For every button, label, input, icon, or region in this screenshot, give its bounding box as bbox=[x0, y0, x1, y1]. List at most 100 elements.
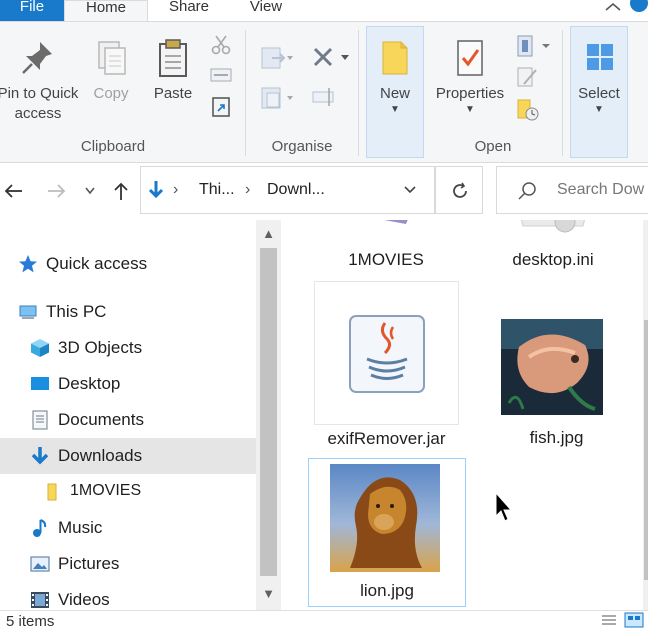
paste-button[interactable]: Paste bbox=[150, 38, 196, 104]
copy-icon bbox=[98, 41, 126, 75]
nav-label: Videos bbox=[58, 590, 110, 609]
nav-item-documents[interactable]: Documents bbox=[0, 402, 256, 438]
copy-to-icon[interactable] bbox=[258, 84, 294, 110]
star-icon bbox=[19, 255, 37, 273]
nav-item-quick-access[interactable]: Quick access bbox=[0, 246, 256, 282]
paste-shortcut-icon[interactable] bbox=[211, 96, 231, 118]
delete-icon[interactable] bbox=[311, 44, 351, 70]
breadcrumb-downloads[interactable]: Downl... bbox=[267, 181, 325, 199]
edit-icon[interactable] bbox=[516, 66, 538, 88]
ribbon-separator bbox=[562, 30, 563, 156]
refresh-button[interactable] bbox=[435, 166, 483, 214]
lion-thumbnail-image bbox=[330, 464, 440, 572]
file-item-desktop-ini[interactable]: desktop.ini bbox=[478, 220, 628, 274]
scroll-down-arrow-icon[interactable]: ▼ bbox=[256, 584, 281, 604]
file-item-lion-jpg[interactable]: lion.jpg bbox=[308, 458, 466, 607]
nav-item-pictures[interactable]: Pictures bbox=[0, 546, 256, 582]
file-name: exifRemover.jar bbox=[327, 429, 446, 448]
large-icons-view-icon[interactable] bbox=[624, 612, 644, 628]
documents-icon bbox=[32, 410, 48, 430]
back-icon[interactable] bbox=[2, 180, 24, 202]
file-name: fish.jpg bbox=[529, 428, 584, 447]
search-field[interactable]: Search Dow bbox=[496, 166, 648, 214]
properties-dropdown-arrow: ▼ bbox=[465, 104, 475, 115]
ribbon-separator bbox=[358, 30, 359, 156]
downloads-icon bbox=[31, 447, 49, 465]
nav-label: Pictures bbox=[58, 554, 120, 573]
nav-item-music[interactable]: Music bbox=[0, 510, 256, 546]
scrollbar-thumb[interactable] bbox=[260, 248, 277, 576]
nav-label: Desktop bbox=[58, 374, 121, 393]
rename-icon[interactable] bbox=[311, 84, 339, 110]
file-name: desktop.ini bbox=[512, 250, 594, 269]
nav-label: Music bbox=[58, 518, 103, 537]
breadcrumb-separator: › bbox=[245, 181, 251, 198]
music-icon bbox=[33, 519, 47, 537]
breadcrumb-separator: › bbox=[173, 181, 179, 198]
pc-icon bbox=[19, 305, 37, 319]
nav-pane-scrollbar[interactable]: ▲ ▼ bbox=[256, 220, 281, 610]
forward-icon[interactable] bbox=[46, 180, 68, 202]
pin-label-line1: Pin to Quick bbox=[0, 85, 79, 102]
settings-file-icon bbox=[520, 220, 586, 233]
recent-locations-icon[interactable] bbox=[84, 186, 96, 196]
fish-thumbnail-image bbox=[501, 319, 603, 415]
select-all-icon bbox=[587, 44, 613, 70]
address-bar[interactable]: › Thi... › Downl... bbox=[140, 166, 435, 214]
copy-button[interactable]: Copy bbox=[88, 38, 134, 104]
content-scrollbar[interactable] bbox=[643, 220, 648, 610]
help-icon[interactable] bbox=[630, 0, 648, 12]
new-dropdown-arrow: ▼ bbox=[390, 104, 400, 115]
address-dropdown-icon[interactable] bbox=[403, 185, 417, 195]
ribbon-separator bbox=[245, 30, 246, 156]
open-icon[interactable] bbox=[516, 34, 552, 58]
tab-home[interactable]: Home bbox=[64, 0, 148, 22]
status-bar: 5 items bbox=[0, 610, 648, 628]
collapse-ribbon-icon[interactable] bbox=[602, 0, 624, 14]
properties-button[interactable]: Properties ▼ bbox=[432, 38, 508, 116]
copy-label: Copy bbox=[93, 85, 129, 102]
mouse-cursor-icon bbox=[495, 492, 513, 522]
details-view-icon[interactable] bbox=[600, 613, 618, 627]
nav-label: 1MOVIES bbox=[70, 482, 142, 499]
tab-share[interactable]: Share bbox=[148, 0, 230, 22]
nav-label: Documents bbox=[58, 410, 144, 429]
file-name: 1MOVIES bbox=[348, 250, 424, 269]
select-dropdown-arrow: ▼ bbox=[594, 104, 604, 115]
new-folder-button[interactable]: New ▼ bbox=[366, 38, 424, 116]
properties-label: Properties bbox=[435, 85, 505, 102]
tab-view[interactable]: View bbox=[230, 0, 302, 22]
nav-item-downloads[interactable]: Downloads bbox=[0, 438, 256, 474]
new-label: New bbox=[379, 85, 410, 102]
file-item-exifremover-jar[interactable]: exifRemover.jar bbox=[314, 281, 459, 448]
breadcrumb-this-pc[interactable]: Thi... bbox=[199, 181, 235, 199]
scrollbar-thumb[interactable] bbox=[644, 320, 648, 580]
nav-item-this-pc[interactable]: This PC bbox=[0, 294, 256, 330]
pin-to-quick-access-button[interactable]: Pin to Quick access bbox=[0, 38, 80, 124]
tab-file[interactable]: File bbox=[0, 0, 64, 22]
file-item-fish-jpg[interactable]: fish.jpg bbox=[484, 281, 629, 447]
item-count: 5 items bbox=[6, 613, 55, 628]
file-list-view: 1MOVIES desktop.ini exifRemover.jar fish… bbox=[281, 220, 643, 615]
file-item-1movies[interactable]: 1MOVIES bbox=[311, 220, 461, 274]
move-to-icon[interactable] bbox=[258, 44, 294, 70]
ribbon-tab-strip: File Home Share View bbox=[0, 0, 648, 22]
file-name: lion.jpg bbox=[360, 581, 414, 600]
nav-item-desktop[interactable]: Desktop bbox=[0, 366, 256, 402]
cut-icon[interactable] bbox=[210, 34, 232, 56]
paste-label: Paste bbox=[153, 85, 193, 102]
refresh-icon bbox=[453, 182, 467, 198]
folder-icon bbox=[47, 483, 57, 501]
nav-label: Quick access bbox=[46, 254, 148, 273]
scroll-up-arrow-icon[interactable]: ▲ bbox=[256, 224, 281, 244]
pin-label-line2: access bbox=[14, 105, 62, 122]
nav-item-3d-objects[interactable]: 3D Objects bbox=[0, 330, 256, 366]
copy-path-icon[interactable] bbox=[210, 66, 232, 84]
search-placeholder: Search Dow bbox=[557, 181, 645, 198]
new-folder-icon bbox=[382, 41, 408, 75]
nav-label: This PC bbox=[46, 302, 107, 321]
nav-item-1movies[interactable]: 1MOVIES bbox=[0, 474, 256, 510]
select-button[interactable]: Select ▼ bbox=[570, 38, 628, 116]
up-icon[interactable] bbox=[110, 180, 132, 202]
history-icon[interactable] bbox=[516, 98, 540, 122]
